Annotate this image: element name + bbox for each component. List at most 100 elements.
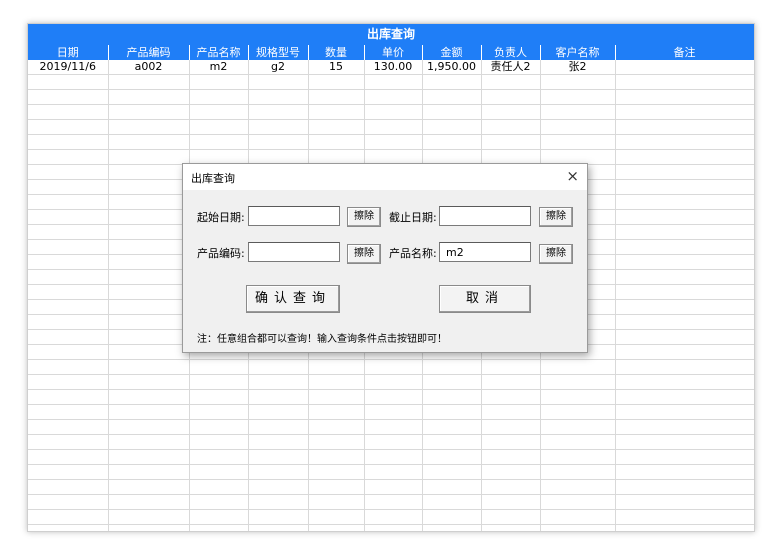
table-cell[interactable] — [248, 374, 309, 390]
table-cell[interactable] — [189, 494, 249, 510]
table-cell[interactable] — [248, 119, 309, 135]
table-cell[interactable] — [189, 134, 249, 150]
table-cell[interactable] — [28, 149, 109, 165]
table-cell[interactable] — [540, 404, 616, 420]
table-cell[interactable] — [108, 344, 190, 360]
table-cell[interactable]: a002 — [108, 60, 190, 75]
table-cell[interactable] — [108, 74, 190, 90]
table-cell[interactable] — [248, 134, 309, 150]
table-cell[interactable] — [422, 374, 482, 390]
table-cell[interactable] — [28, 89, 109, 105]
table-cell[interactable] — [364, 374, 423, 390]
table-cell[interactable] — [308, 389, 365, 405]
table-cell[interactable] — [248, 479, 309, 495]
table-cell[interactable] — [108, 494, 190, 510]
cancel-button[interactable]: 取消 — [439, 285, 531, 313]
table-cell[interactable] — [108, 104, 190, 120]
table-cell[interactable] — [108, 464, 190, 480]
table-cell[interactable] — [481, 404, 541, 420]
table-cell[interactable] — [248, 359, 309, 375]
table-cell[interactable] — [540, 89, 616, 105]
table-cell[interactable] — [28, 314, 109, 330]
table-cell[interactable] — [615, 329, 754, 345]
table-cell[interactable] — [364, 434, 423, 450]
table-cell[interactable] — [364, 419, 423, 435]
table-cell[interactable] — [248, 494, 309, 510]
table-cell[interactable] — [189, 119, 249, 135]
table-cell[interactable] — [615, 449, 754, 465]
table-cell[interactable] — [308, 434, 365, 450]
table-cell[interactable] — [28, 224, 109, 240]
table-cell[interactable] — [28, 269, 109, 285]
table-cell[interactable] — [364, 494, 423, 510]
table-cell[interactable] — [189, 389, 249, 405]
table-cell[interactable] — [540, 119, 616, 135]
table-cell[interactable] — [28, 209, 109, 225]
table-cell[interactable] — [540, 419, 616, 435]
table-cell[interactable] — [108, 299, 190, 315]
table-cell[interactable] — [248, 389, 309, 405]
table-cell[interactable] — [481, 74, 541, 90]
table-cell[interactable] — [540, 464, 616, 480]
table-cell[interactable] — [189, 524, 249, 531]
table-cell[interactable] — [108, 524, 190, 531]
table-cell[interactable] — [308, 119, 365, 135]
table-cell[interactable] — [615, 164, 754, 180]
table-cell[interactable] — [189, 104, 249, 120]
table-cell[interactable] — [615, 89, 754, 105]
table-cell[interactable] — [615, 209, 754, 225]
table-cell[interactable] — [28, 494, 109, 510]
table-cell[interactable] — [615, 284, 754, 300]
table-cell[interactable] — [108, 404, 190, 420]
table-cell[interactable] — [422, 419, 482, 435]
table-cell[interactable]: 责任人2 — [481, 60, 541, 75]
table-cell[interactable] — [422, 119, 482, 135]
table-cell[interactable] — [108, 509, 190, 525]
table-cell[interactable] — [189, 89, 249, 105]
table-cell[interactable] — [481, 359, 541, 375]
table-cell[interactable]: 2019/11/6 — [28, 60, 109, 75]
table-cell[interactable] — [422, 494, 482, 510]
table-cell[interactable] — [248, 449, 309, 465]
table-cell[interactable] — [28, 449, 109, 465]
table-cell[interactable] — [28, 239, 109, 255]
table-cell[interactable] — [108, 254, 190, 270]
table-cell[interactable] — [481, 524, 541, 531]
table-cell[interactable] — [481, 434, 541, 450]
table-cell[interactable] — [364, 104, 423, 120]
table-cell[interactable] — [540, 524, 616, 531]
table-cell[interactable] — [108, 374, 190, 390]
table-cell[interactable]: 1,950.00 — [422, 60, 482, 75]
table-cell[interactable] — [422, 89, 482, 105]
table-cell[interactable] — [28, 464, 109, 480]
table-cell[interactable] — [108, 89, 190, 105]
table-cell[interactable] — [28, 179, 109, 195]
table-cell[interactable] — [481, 134, 541, 150]
table-cell[interactable] — [540, 74, 616, 90]
table-cell[interactable]: m2 — [189, 60, 249, 75]
table-cell[interactable] — [422, 404, 482, 420]
table-cell[interactable] — [28, 74, 109, 90]
table-cell[interactable] — [364, 89, 423, 105]
table-cell[interactable] — [364, 404, 423, 420]
table-cell[interactable] — [422, 389, 482, 405]
table-cell[interactable] — [364, 464, 423, 480]
table-cell[interactable] — [189, 74, 249, 90]
table-cell[interactable] — [308, 134, 365, 150]
table-cell[interactable] — [422, 464, 482, 480]
table-cell[interactable] — [615, 149, 754, 165]
table-cell[interactable] — [615, 419, 754, 435]
table-cell[interactable] — [308, 509, 365, 525]
table-cell[interactable] — [615, 494, 754, 510]
table-cell[interactable] — [28, 524, 109, 531]
table-cell[interactable] — [108, 224, 190, 240]
table-cell[interactable] — [248, 509, 309, 525]
table-cell[interactable] — [28, 299, 109, 315]
clear-product-name-button[interactable]: 擦除 — [539, 244, 573, 264]
table-cell[interactable] — [481, 119, 541, 135]
table-cell[interactable] — [189, 449, 249, 465]
table-cell[interactable] — [364, 524, 423, 531]
close-icon[interactable]: × — [566, 167, 579, 185]
table-cell[interactable]: g2 — [248, 60, 309, 75]
clear-product-code-button[interactable]: 擦除 — [347, 244, 381, 264]
